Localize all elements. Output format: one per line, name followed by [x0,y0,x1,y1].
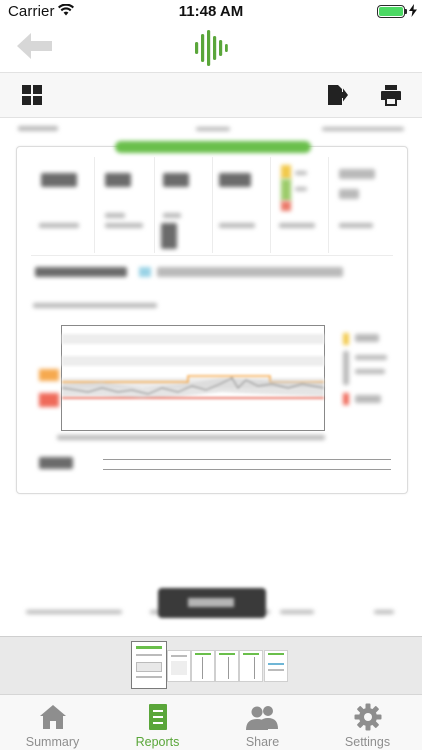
people-icon [246,706,278,730]
page-thumbnail[interactable] [167,650,191,682]
report-footer-blur [280,610,314,614]
section-subtitle-blur [157,267,343,277]
report-preview[interactable] [0,118,422,636]
page-thumbnail[interactable] [264,650,288,682]
metric-block [215,157,271,253]
report-header-blur [322,127,404,131]
section-title-blur [35,267,127,277]
report-footer-blur [26,610,122,614]
report-footer-blur [374,610,394,614]
status-time: 11:48 AM [178,3,244,20]
status-bar: Carrier 11:48 AM [0,0,422,22]
trend-chart-graphic [61,334,325,399]
metric-block [29,157,95,253]
back-arrow-icon [17,33,52,59]
tab-summary-label: Summary [25,735,80,749]
battery-nub [405,9,407,14]
glucose-chart [61,325,325,431]
print-button[interactable] [380,84,404,108]
tab-reports[interactable]: Reports [105,695,210,750]
metric-block [333,157,393,253]
document-toolbar [0,72,422,118]
tab-settings-label: Settings [344,735,391,749]
notes-label-blur [39,457,73,469]
report-title-banner [115,141,311,153]
printer-icon [381,85,401,106]
metric-block [157,157,213,253]
report-header-blur [196,127,230,131]
page-thumbnail[interactable] [239,650,263,682]
home-icon [40,705,66,729]
page-thumbnails [0,636,422,694]
export-button[interactable] [326,84,350,108]
battery-level [379,7,403,16]
nav-bar [0,22,422,72]
tab-settings[interactable]: Settings [315,695,420,750]
sound-bars-logo-icon [195,30,228,66]
page-thumbnail[interactable] [215,650,239,682]
metric-block [97,157,155,253]
back-button[interactable] [14,30,58,64]
page-thumbnail[interactable] [191,650,215,682]
range-indicator-block [273,157,329,253]
page-thumbnail-selected[interactable] [131,641,167,689]
page-indicator [158,588,266,618]
grid-view-button[interactable] [21,84,45,108]
battery-icon [377,5,405,18]
report-document-icon [149,704,167,730]
report-page [16,141,408,494]
tab-summary[interactable]: Summary [0,695,105,750]
tab-bar: Summary Reports Share Settings [0,694,422,750]
charging-bolt-icon [409,4,417,17]
tab-reports-label: Reports [135,735,180,749]
export-document-icon [328,85,348,105]
grid-view-icon [22,85,42,105]
gear-icon [354,703,382,731]
chart-axis-labels-blur [57,435,325,440]
chart-caption-blur [33,303,157,308]
tab-share-label: Share [245,735,280,749]
report-header-blur [18,126,58,131]
tab-share[interactable]: Share [210,695,315,750]
